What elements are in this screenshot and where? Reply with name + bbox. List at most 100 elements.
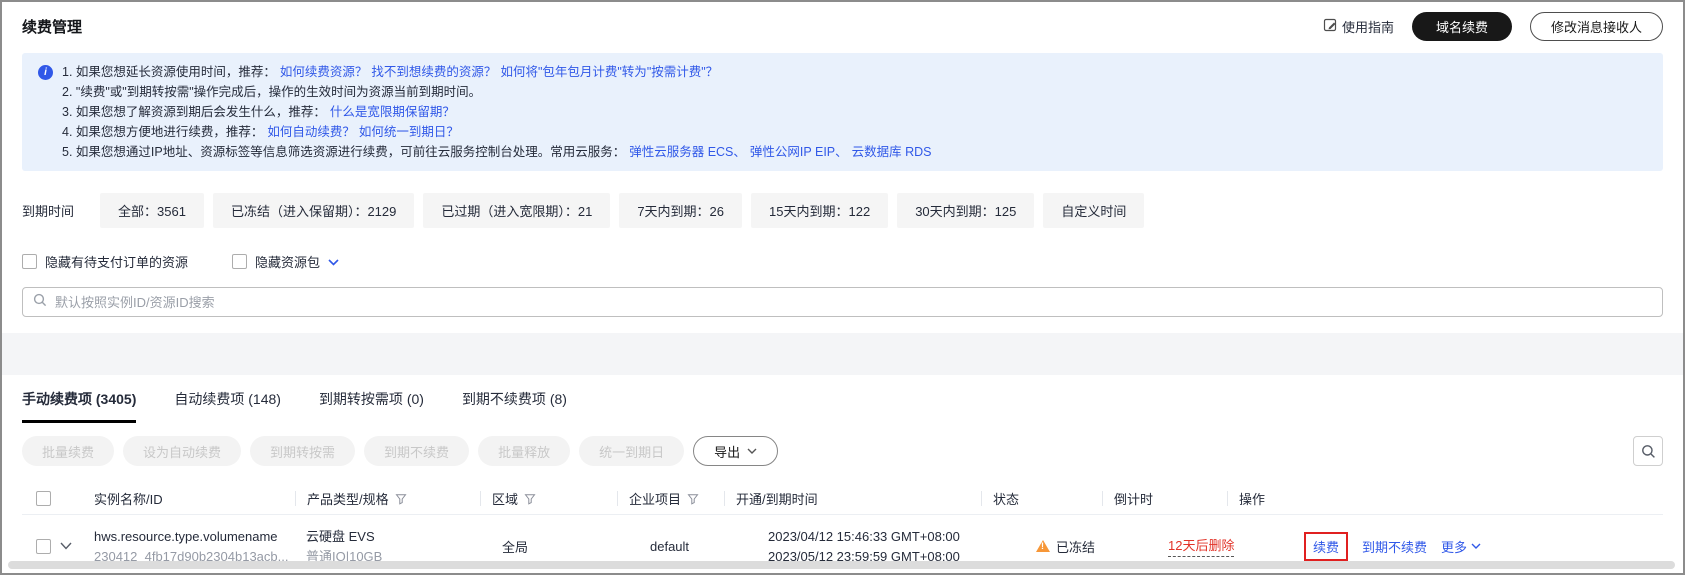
export-label: 导出 [714, 442, 740, 461]
chip-expire-30-days[interactable]: 30天内到期：125 [897, 193, 1034, 228]
notice-text: 3. 如果您想了解资源到期后会发生什么，推荐： [62, 105, 326, 119]
product-cell: 云硬盘 EVS 普通IO|10GB [306, 528, 502, 565]
modify-message-receiver-button[interactable]: 修改消息接收人 [1530, 12, 1663, 41]
notice-separator: 、 [835, 145, 848, 159]
expiry-filter-chips: 全部：3561 已冻结（进入保留期）：2129 已过期（进入宽限期）：21 7天… [100, 193, 1144, 228]
unify-expiry-date-button[interactable]: 统一到期日 [579, 436, 684, 466]
tab-change-to-ondemand[interactable]: 到期转按需项 (0) [319, 389, 424, 423]
set-auto-renew-button[interactable]: 设为自动续费 [123, 436, 241, 466]
no-renew-button[interactable]: 到期不续费 [364, 436, 469, 466]
renewal-management-page: 续费管理 使用指南 域名续费 修改消息接收人 i 1. 如果您想延长资源使用时间… [0, 0, 1685, 575]
more-label: 更多 [1441, 537, 1467, 556]
link-unify-expiry-date[interactable]: 如何统一到期日？ [359, 125, 459, 139]
filter-funnel-icon[interactable] [395, 493, 407, 505]
chevron-down-icon [747, 448, 757, 454]
notice-line-2: 2. "续费"或"到期转按需"操作完成后，操作的生效时间为资源当前到期时间。 [62, 82, 1647, 102]
hide-pending-orders-label: 隐藏有待支付订单的资源 [45, 252, 188, 271]
chip-frozen-retention[interactable]: 已冻结（进入保留期）：2129 [213, 193, 414, 228]
open-time: 2023/04/12 15:46:33 GMT+08:00 [768, 528, 960, 545]
more-link[interactable]: 更多 [1441, 537, 1481, 556]
table-search-button[interactable] [1633, 436, 1663, 466]
chevron-down-icon [60, 542, 72, 550]
time-cell: 2023/04/12 15:46:33 GMT+08:00 2023/05/12… [768, 528, 1036, 565]
link-how-to-renew[interactable]: 如何续费资源？ [280, 65, 368, 79]
link-grace-retention-period[interactable]: 什么是宽限期保留期？ [330, 105, 455, 119]
checkbox[interactable] [22, 254, 37, 269]
chip-expired-grace[interactable]: 已过期（进入宽限期）：21 [423, 193, 610, 228]
status-cell: 已冻结 [1036, 537, 1168, 556]
tab-no-renewal[interactable]: 到期不续费项 (8) [462, 389, 567, 423]
section-divider-band [2, 333, 1683, 375]
select-all-checkbox[interactable] [22, 491, 60, 506]
filter-funnel-icon[interactable] [524, 493, 536, 505]
link-auto-renew[interactable]: 如何自动续费？ [267, 125, 355, 139]
header-status: 状态 [981, 491, 1113, 506]
chip-expire-15-days[interactable]: 15天内到期：122 [751, 193, 888, 228]
header-instance-name: 实例名称/ID [94, 489, 306, 508]
checkbox[interactable] [232, 254, 247, 269]
product-type: 云硬盘 EVS [306, 528, 382, 545]
notice-text: 2. "续费"或"到期转按需"操作完成后，操作的生效时间为资源当前到期时间。 [62, 85, 481, 99]
batch-release-button[interactable]: 批量释放 [478, 436, 570, 466]
search-input[interactable] [55, 295, 1652, 310]
table-header-row: 实例名称/ID 产品类型/规格 区域 企业项目 开通/到期时间 [22, 483, 1663, 515]
tab-auto-renewal[interactable]: 自动续费项 (148) [174, 389, 281, 423]
renew-link[interactable]: 续费 [1313, 540, 1339, 555]
countdown-text[interactable]: 12天后删除 [1168, 535, 1234, 557]
header-product-type: 产品类型/规格 [295, 491, 491, 506]
chip-expire-7-days[interactable]: 7天内到期：26 [619, 193, 742, 228]
no-renew-link[interactable]: 到期不续费 [1362, 537, 1427, 556]
chip-custom-time[interactable]: 自定义时间 [1043, 193, 1144, 228]
table-toolbar: 批量续费 设为自动续费 到期转按需 到期不续费 批量释放 统一到期日 导出 [22, 436, 1663, 466]
notice-line-4: 4. 如果您想方便地进行续费，推荐： 如何自动续费？ 如何统一到期日？ [62, 122, 1647, 142]
usage-guide-label: 使用指南 [1342, 17, 1394, 36]
hide-resource-package-label: 隐藏资源包 [255, 252, 320, 271]
domain-renew-button[interactable]: 域名续费 [1412, 12, 1512, 41]
expiry-filter-row: 到期时间 全部：3561 已冻结（进入保留期）：2129 已过期（进入宽限期）：… [22, 193, 1663, 228]
chip-all[interactable]: 全部：3561 [100, 193, 204, 228]
enterprise-project-cell: default [650, 539, 768, 554]
header-open-expiry-time: 开通/到期时间 [724, 491, 992, 506]
page-title: 续费管理 [22, 16, 82, 37]
tab-manual-renewal[interactable]: 手动续费项 (3405) [22, 389, 136, 423]
usage-guide-link[interactable]: 使用指南 [1323, 17, 1394, 36]
link-ecs-console[interactable]: 弹性云服务器 ECS [629, 145, 733, 159]
change-to-ondemand-button[interactable]: 到期转按需 [250, 436, 355, 466]
instance-name: hws.resource.type.volumename [94, 528, 288, 545]
status-badge: 已冻结 [1056, 537, 1095, 556]
notice-line-5: 5. 如果您想通过IP地址、资源标签等信息筛选资源进行续费，可前往云服务控制台处… [62, 142, 1647, 162]
top-bar-actions: 使用指南 域名续费 修改消息接收人 [1323, 12, 1663, 41]
link-yearly-to-ondemand[interactable]: 如何将"包年包月计费"转为"按需计费"？ [500, 65, 718, 79]
filter-funnel-icon[interactable] [687, 493, 699, 505]
renewal-list-card: 手动续费项 (3405) 自动续费项 (148) 到期转按需项 (0) 到期不续… [2, 375, 1683, 575]
header-operation: 操作 [1227, 491, 1663, 506]
expiry-filter-label: 到期时间 [22, 201, 74, 220]
search-icon [33, 293, 47, 312]
notice-text: 5. 如果您想通过IP地址、资源标签等信息筛选资源进行续费，可前往云服务控制台处… [62, 145, 625, 159]
instance-name-cell: hws.resource.type.volumename 230412_4fb1… [94, 528, 306, 565]
row-expand-toggle[interactable] [60, 542, 94, 550]
notice-separator: 、 [733, 145, 746, 159]
chevron-down-icon [1471, 543, 1481, 549]
hide-resource-package-checkbox[interactable]: 隐藏资源包 [232, 252, 339, 271]
row-checkbox[interactable] [22, 539, 60, 554]
top-bar: 续费管理 使用指南 域名续费 修改消息接收人 [2, 2, 1683, 49]
batch-renew-button[interactable]: 批量续费 [22, 436, 114, 466]
renew-highlight-box: 续费 [1304, 532, 1348, 561]
header-enterprise-project: 企业项目 [617, 491, 735, 506]
hide-pending-orders-checkbox[interactable]: 隐藏有待支付订单的资源 [22, 252, 188, 271]
search-icon [1641, 444, 1656, 459]
link-rds-console[interactable]: 云数据库 RDS [852, 145, 932, 159]
export-button[interactable]: 导出 [693, 436, 778, 466]
countdown-cell: 12天后删除 [1168, 535, 1304, 557]
warning-icon [1036, 540, 1050, 552]
notice-text: 1. 如果您想延长资源使用时间，推荐： [62, 65, 276, 79]
link-cannot-find-resource[interactable]: 找不到想续费的资源？ [371, 65, 496, 79]
info-icon: i [38, 65, 53, 80]
notice-text: 4. 如果您想方便地进行续费，推荐： [62, 125, 263, 139]
operation-cell: 续费 到期不续费 更多 [1304, 532, 1663, 561]
horizontal-scrollbar[interactable] [8, 561, 1675, 569]
region-cell: 全局 [502, 537, 650, 556]
chevron-down-icon[interactable] [328, 253, 339, 271]
link-eip-console[interactable]: 弹性公网IP EIP [750, 145, 835, 159]
